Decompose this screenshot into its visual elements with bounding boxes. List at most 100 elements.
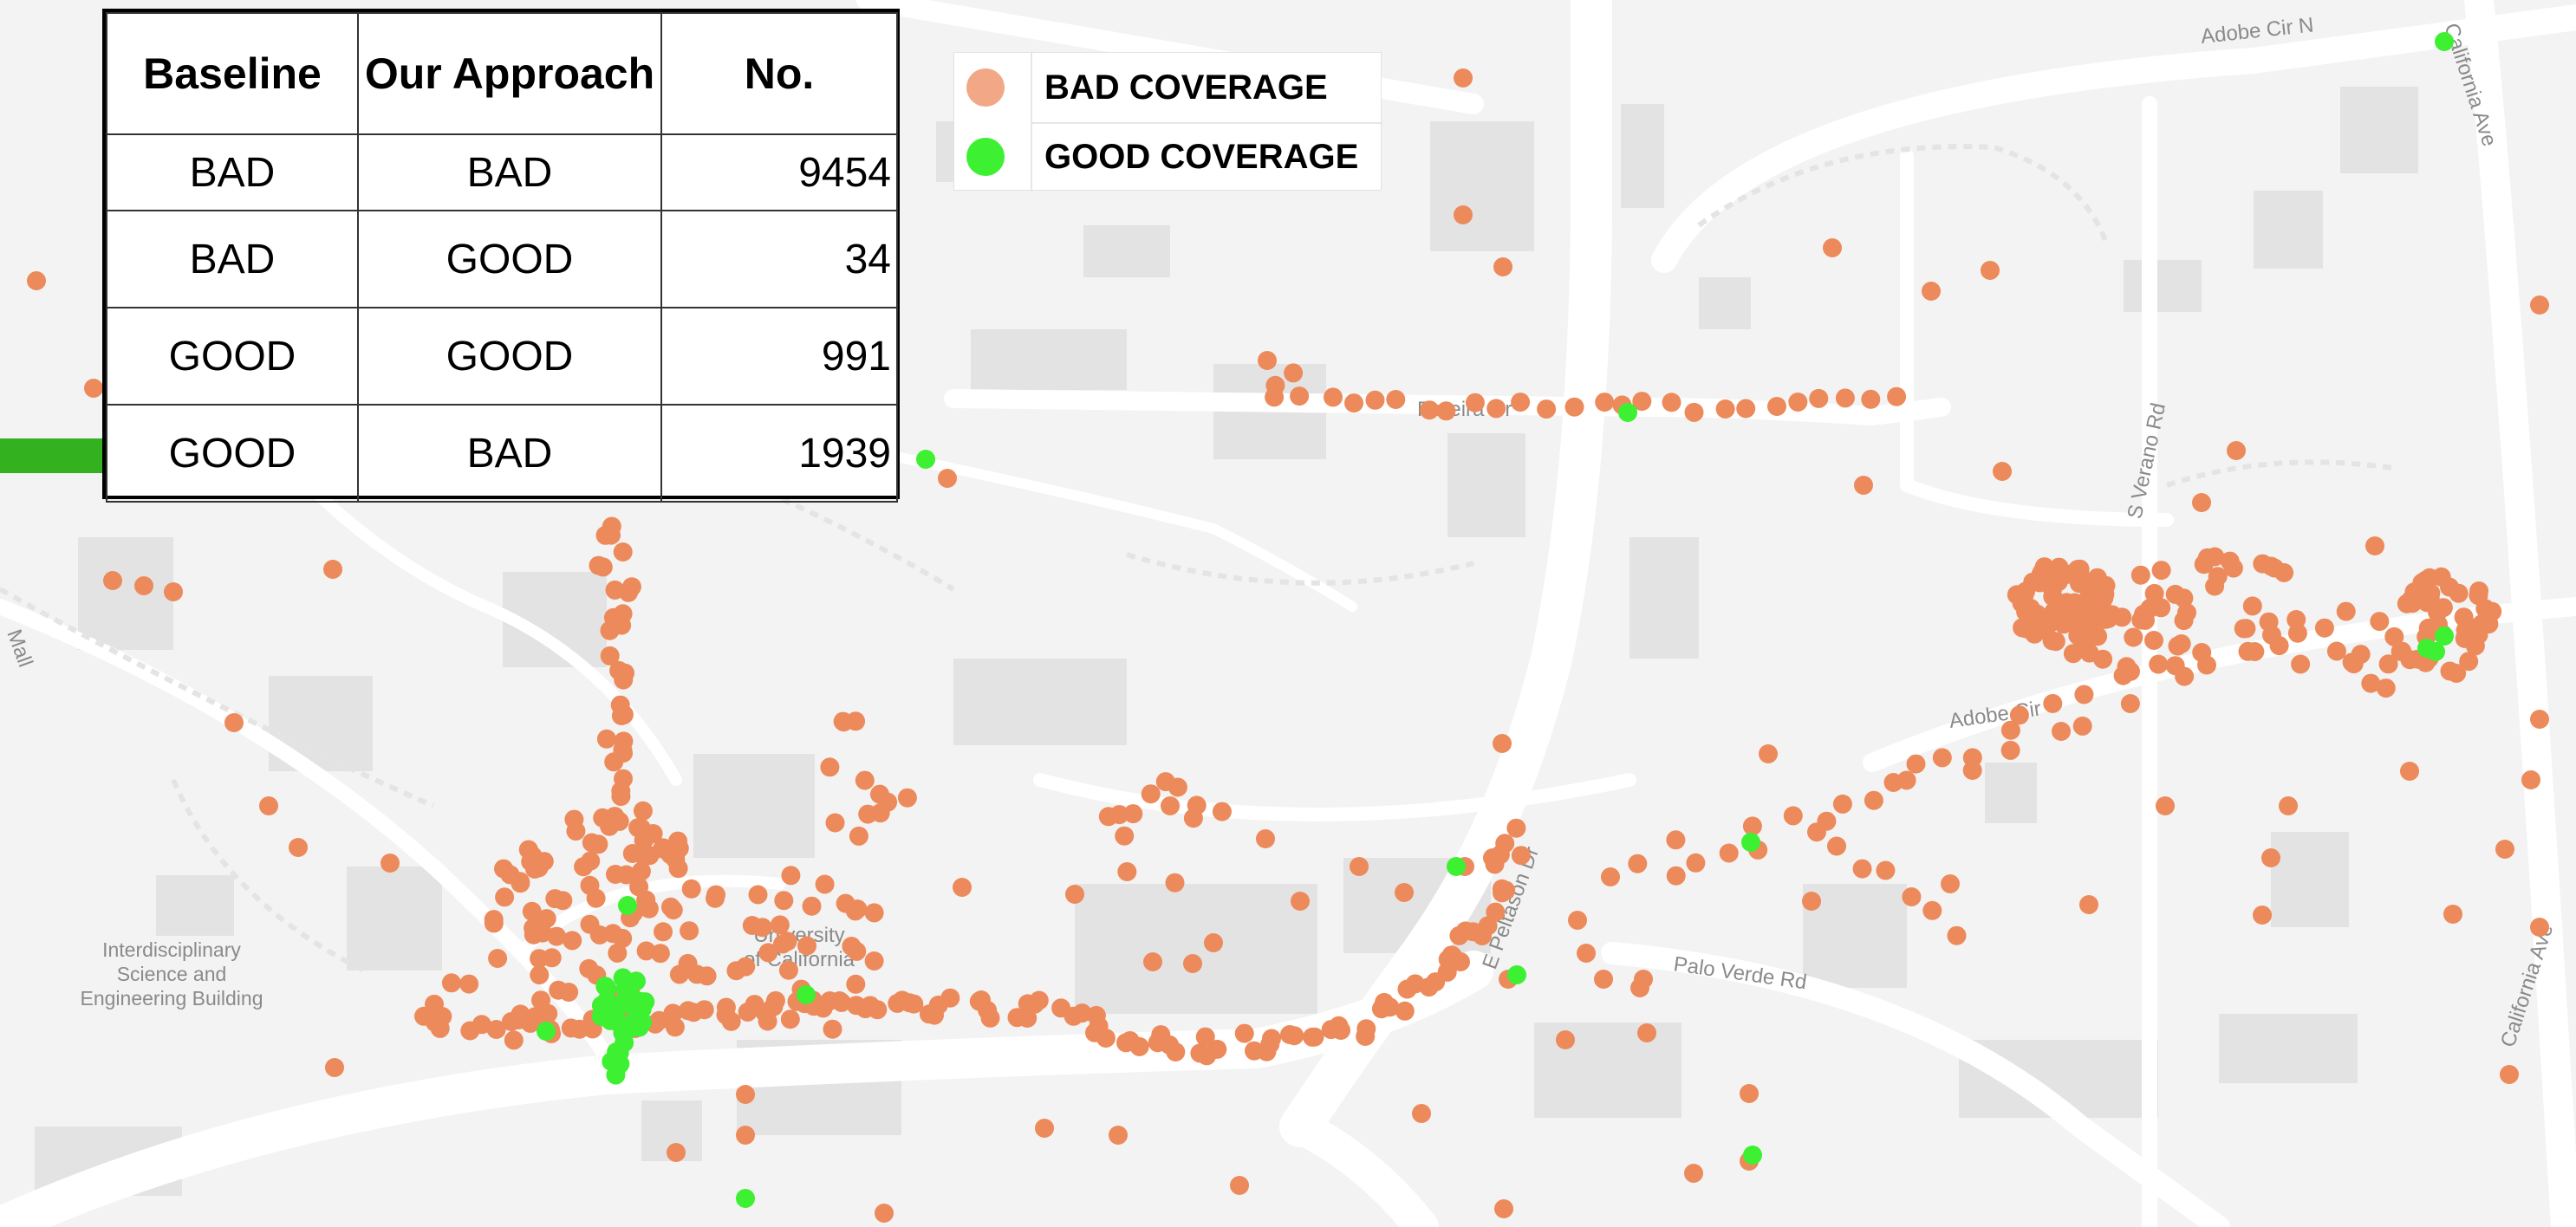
bad-coverage-point — [2291, 654, 2311, 674]
bad-coverage-point — [600, 620, 620, 640]
bad-coverage-point — [2079, 895, 2098, 914]
bad-coverage-point — [2205, 576, 2225, 596]
bad-coverage-point — [797, 936, 816, 956]
bad-coverage-point — [639, 899, 659, 919]
bad-coverage-point — [484, 913, 504, 933]
bad-coverage-point — [833, 711, 853, 731]
bad-coverage-point — [2530, 710, 2549, 729]
bad-coverage-point — [2072, 716, 2092, 736]
bad-coverage-point — [2365, 536, 2384, 555]
cell-count: 9454 — [660, 133, 898, 211]
bad-coverage-point — [381, 854, 400, 873]
bad-coverage-point — [614, 670, 634, 690]
bad-coverage-point — [1742, 816, 1762, 836]
header-baseline: Baseline — [106, 12, 359, 135]
cell-approach: GOOD — [357, 210, 662, 308]
bad-coverage-point — [1906, 754, 1926, 774]
bad-coverage-point — [586, 888, 606, 908]
bad-coverage-point — [680, 921, 699, 941]
bad-coverage-point — [1835, 388, 1855, 408]
bad-coverage-point — [2197, 655, 2216, 675]
bad-coverage-point — [1412, 1104, 1431, 1123]
bad-coverage-point — [2521, 770, 2540, 789]
cell-baseline: GOOD — [106, 307, 359, 406]
bad-coverage-point — [2083, 626, 2103, 645]
bad-coverage-point — [1783, 806, 1803, 826]
bad-coverage-point — [1887, 386, 1907, 406]
bad-coverage-point — [545, 889, 565, 909]
good-coverage-point — [618, 896, 637, 915]
bad-coverage-point — [1495, 834, 1515, 854]
bad-coverage-point — [875, 1204, 894, 1223]
bad-coverage-point — [2093, 599, 2112, 619]
bad-coverage-point — [1117, 862, 1137, 881]
cell-count: 991 — [660, 307, 898, 406]
bad-coverage-point — [669, 964, 689, 984]
bad-coverage-point — [1666, 866, 1686, 886]
bad-coverage-point — [1234, 1023, 1254, 1043]
bad-coverage-point — [2040, 614, 2060, 633]
good-coverage-point — [916, 450, 935, 469]
bad-coverage-point — [495, 887, 515, 907]
bad-coverage-point — [2314, 618, 2334, 638]
bad-coverage-point — [501, 1012, 521, 1031]
bad-coverage-point — [1577, 944, 1596, 963]
bad-coverage-point — [1823, 238, 1842, 257]
good-coverage-point — [1507, 965, 1526, 984]
bad-coverage-point — [1329, 1016, 1349, 1035]
good-coverage-point — [602, 996, 622, 1016]
bad-coverage-point — [1260, 1035, 1280, 1055]
place-label-isb-2: Science and — [117, 963, 227, 985]
bad-coverage-point — [1634, 970, 1653, 989]
bad-coverage-point — [2495, 840, 2514, 859]
bad-coverage-point — [1143, 952, 1162, 971]
bad-coverage-point — [846, 974, 866, 994]
bad-coverage-point — [1395, 1001, 1415, 1021]
cell-approach: BAD — [357, 404, 662, 503]
bad-coverage-point — [524, 919, 543, 938]
bad-coverage-point — [1486, 399, 1506, 419]
bad-coverage-point — [1035, 1119, 1054, 1138]
bad-coverage-point — [1827, 836, 1846, 856]
bad-coverage-point — [870, 803, 890, 823]
good-coverage-point — [736, 1189, 755, 1208]
bad-coverage-point — [1109, 805, 1129, 825]
bad-coverage-point — [1258, 351, 1277, 370]
bad-coverage-point — [855, 770, 875, 790]
cell-baseline: GOOD — [106, 404, 359, 503]
bad-coverage-point — [2136, 610, 2155, 630]
bad-coverage-point — [1564, 397, 1584, 417]
bad-coverage-point — [2261, 556, 2281, 576]
bad-coverage-point — [614, 704, 634, 724]
bad-coverage-point — [847, 941, 867, 961]
table-header-row: Baseline Our Approach No. — [106, 12, 898, 135]
bad-coverage-point — [323, 560, 342, 579]
bad-coverage-point — [697, 966, 717, 986]
bad-coverage-point — [1993, 462, 2012, 481]
bad-coverage-point — [2530, 295, 2549, 315]
bad-coverage-point — [777, 932, 797, 951]
bad-coverage-point — [678, 1001, 698, 1021]
bad-coverage-point — [2227, 441, 2246, 460]
bad-coverage-point — [1141, 784, 1161, 804]
bad-coverage-point — [2034, 567, 2054, 587]
bad-coverage-point — [1284, 363, 1304, 383]
bad-coverage-point — [868, 1000, 888, 1020]
bad-coverage-point — [1230, 1176, 1249, 1195]
bad-coverage-point — [2245, 642, 2265, 661]
bad-coverage-point — [1483, 848, 1502, 867]
bad-coverage-point — [606, 865, 625, 884]
bad-coverage-point — [820, 991, 840, 1010]
bad-coverage-point — [1290, 386, 1310, 406]
bad-coverage-point — [534, 852, 554, 872]
bad-coverage-point — [2279, 796, 2298, 815]
bad-coverage-point — [2530, 918, 2549, 937]
bad-coverage-point — [2262, 625, 2281, 645]
bad-coverage-point — [2456, 620, 2475, 640]
bad-coverage-point — [1506, 818, 1526, 838]
cell-baseline: BAD — [106, 133, 359, 211]
bad-coverage-point — [1594, 970, 1613, 989]
bad-coverage-point — [580, 914, 600, 934]
bad-coverage-point — [511, 873, 530, 893]
bad-coverage-point — [1686, 853, 1706, 873]
